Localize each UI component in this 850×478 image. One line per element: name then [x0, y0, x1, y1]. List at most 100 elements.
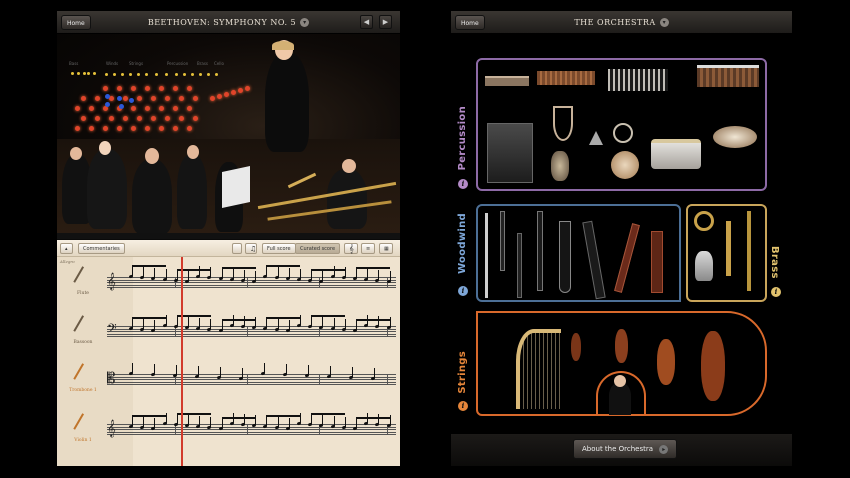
- bass-drum-icon[interactable]: [611, 151, 639, 179]
- bass-clarinet-icon[interactable]: [559, 221, 571, 293]
- glockenspiel-icon[interactable]: [697, 65, 759, 87]
- note-stem: [199, 266, 201, 276]
- note-stem: [378, 316, 380, 326]
- home-button[interactable]: Home: [61, 15, 91, 30]
- piccolo-icon[interactable]: [500, 211, 505, 271]
- triangle-icon[interactable]: [589, 131, 603, 145]
- tambourine-icon[interactable]: [613, 123, 633, 143]
- tuba-icon[interactable]: [695, 251, 713, 281]
- musician: [177, 154, 207, 229]
- celesta-icon[interactable]: [487, 123, 533, 183]
- orchestra-top-bar: Home THE ORCHESTRA ▾: [451, 11, 792, 34]
- seat-dot: [89, 106, 94, 111]
- note-stem: [221, 320, 223, 330]
- timpani-icon[interactable]: [713, 126, 757, 148]
- woodwind-label[interactable]: Woodwind: [457, 213, 468, 274]
- seat-dot: [131, 106, 136, 111]
- commentaries-button[interactable]: Commentaries: [78, 243, 125, 254]
- xylophone-icon[interactable]: [485, 76, 529, 86]
- note-stem: [277, 319, 279, 329]
- musician-head: [187, 145, 199, 159]
- strings-label[interactable]: Strings: [457, 351, 468, 394]
- note-stem: [154, 268, 156, 278]
- oboe-icon[interactable]: [517, 233, 522, 298]
- note-stem: [266, 416, 268, 426]
- brass-info-icon[interactable]: i: [771, 287, 781, 297]
- score-playhead[interactable]: [181, 257, 183, 466]
- layout-icon[interactable]: ≡: [361, 243, 375, 254]
- marimba-icon[interactable]: [537, 71, 595, 85]
- note-stem: [232, 269, 234, 279]
- violin-icon[interactable]: [571, 333, 581, 361]
- note-stem: [221, 268, 223, 278]
- note-stem: [344, 417, 346, 427]
- brass-label[interactable]: Brass: [769, 246, 780, 279]
- note-stem: [244, 270, 245, 280]
- note-stem: [367, 413, 369, 423]
- full-score-button[interactable]: Full score: [262, 243, 296, 254]
- snare-drum-icon[interactable]: [651, 139, 701, 169]
- seat-dot: [187, 86, 192, 91]
- woodwind-info-icon[interactable]: i: [458, 286, 468, 296]
- french-horn-icon[interactable]: [694, 211, 714, 231]
- conductor-icon[interactable]: [609, 383, 631, 415]
- note-stem: [288, 268, 290, 278]
- grid-icon[interactable]: ▦: [379, 243, 393, 254]
- about-orchestra-button[interactable]: About the Orchestra ▸: [573, 439, 678, 459]
- note-stem: [176, 270, 178, 280]
- wind-chimes-icon[interactable]: [553, 106, 573, 141]
- contrabassoon-icon[interactable]: [651, 231, 663, 293]
- metronome-icon[interactable]: [232, 243, 242, 254]
- clef-icon[interactable]: 𝄞: [344, 243, 358, 254]
- viola-icon[interactable]: [615, 329, 628, 363]
- cello-icon[interactable]: [657, 339, 675, 385]
- flute-icon[interactable]: [485, 213, 488, 298]
- notes-icon[interactable]: ♫: [245, 243, 257, 254]
- vibraphone-icon[interactable]: [608, 69, 668, 91]
- tempo-marking: Allegro: [60, 259, 75, 264]
- clef-icon: 𝄢: [107, 321, 117, 339]
- note-stem: [188, 415, 189, 425]
- note-stem: [188, 317, 189, 327]
- home-button[interactable]: Home: [455, 15, 485, 30]
- stat-dot: [71, 72, 74, 75]
- video-timeline[interactable]: [57, 233, 400, 239]
- conductor: [265, 52, 309, 152]
- strings-info-icon[interactable]: i: [458, 401, 468, 411]
- next-icon[interactable]: ▶: [379, 15, 392, 29]
- conductor-hair: [272, 41, 294, 50]
- instrument-label: Violin 1: [74, 438, 92, 443]
- note-stem: [389, 271, 391, 281]
- seat-dot: [103, 86, 108, 91]
- about-arrow-icon: ▸: [659, 444, 669, 454]
- note-stem: [242, 368, 243, 378]
- curated-score-button[interactable]: Curated score: [295, 243, 341, 254]
- trumpet-icon[interactable]: [747, 211, 751, 291]
- seat-dot: [179, 116, 184, 121]
- title-dropdown-icon[interactable]: ▾: [300, 17, 310, 27]
- performance-video[interactable]: Bass Winds Strings Percussion Brass Cell…: [57, 34, 400, 239]
- percussion-info-icon[interactable]: i: [458, 179, 468, 189]
- gong-icon[interactable]: [551, 151, 569, 181]
- score-toolbar: ▴ Commentaries ♫ Full score Curated scor…: [57, 240, 400, 257]
- collapse-score-icon[interactable]: ▴: [60, 243, 73, 254]
- stat-dot: [83, 72, 86, 75]
- stat-label: Cello: [214, 61, 224, 66]
- note-stem: [356, 268, 357, 278]
- note-stem: [311, 414, 313, 424]
- clarinet-icon[interactable]: [537, 211, 543, 291]
- previous-icon[interactable]: ◀: [360, 15, 373, 29]
- double-bass-icon[interactable]: [701, 331, 725, 401]
- note-stem: [210, 267, 212, 277]
- harp-icon[interactable]: [516, 329, 561, 409]
- title-dropdown-icon[interactable]: ▾: [659, 17, 669, 27]
- trombone-icon[interactable]: [726, 221, 731, 276]
- seat-dot: [95, 116, 100, 121]
- note-stem: [232, 413, 234, 423]
- note-stem: [378, 414, 380, 424]
- seat-dot: [187, 126, 192, 131]
- percussion-label[interactable]: Percussion: [457, 106, 468, 170]
- seat-dot: [193, 96, 198, 101]
- seat-dot: [224, 92, 229, 97]
- seat-dot: [245, 86, 250, 91]
